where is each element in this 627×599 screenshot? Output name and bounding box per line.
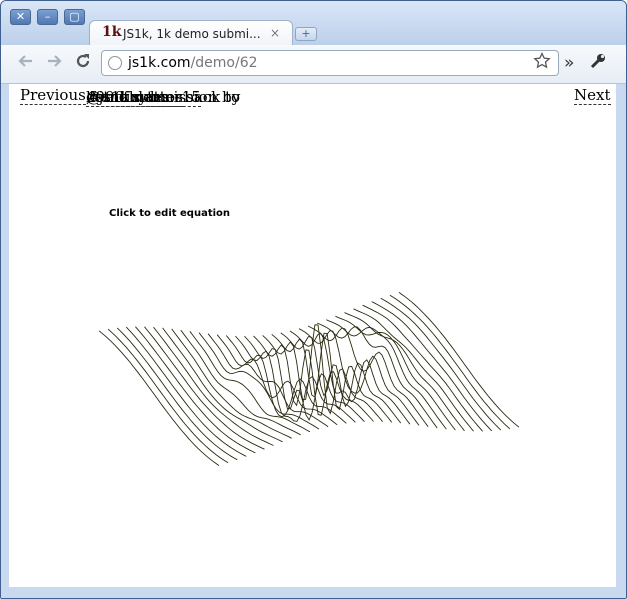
- surface-line: [398, 292, 520, 428]
- surface-line: [153, 326, 274, 446]
- wrench-icon[interactable]: [589, 52, 607, 75]
- tab-close-icon[interactable]: ×: [270, 26, 280, 40]
- browser-tab[interactable]: 1k JS1k, 1k demo submi... ×: [89, 20, 293, 46]
- surface-line: [135, 326, 256, 454]
- url-path: /demo/62: [190, 55, 258, 71]
- demo-list-link[interactable]: list of demos: [86, 88, 183, 107]
- tab-title: JS1k, 1k demo submi...: [123, 27, 261, 41]
- surface-line: [389, 294, 511, 430]
- next-link[interactable]: Next: [574, 86, 611, 105]
- page-content: Previous #js1k demo submission by @antim…: [9, 84, 616, 587]
- demo-nav-bar: Previous #js1k demo submission by @antim…: [9, 84, 616, 110]
- star-icon[interactable]: [533, 51, 551, 75]
- browser-toolbar: js1k.com/demo/62 »: [1, 45, 626, 84]
- surface-line: [98, 330, 220, 466]
- url-text: js1k.com/demo/62: [128, 55, 258, 71]
- title-bar: ✕ – ▢ 1k JS1k, 1k demo submi... × +: [1, 1, 626, 46]
- chevron-right-double-icon[interactable]: »: [564, 53, 574, 73]
- surface-line: [207, 333, 329, 428]
- globe-icon: [108, 56, 122, 70]
- edit-equation-hint[interactable]: Click to edit equation: [109, 208, 230, 219]
- wave-surface-canvas[interactable]: [9, 244, 616, 474]
- reload-icon[interactable]: [74, 52, 92, 75]
- maximize-window-button[interactable]: ▢: [64, 9, 85, 25]
- close-window-button[interactable]: ✕: [10, 9, 31, 25]
- browser-window: ✕ – ▢ 1k JS1k, 1k demo submi... × + js1k…: [0, 0, 627, 599]
- surface-line: [189, 331, 311, 433]
- url-host: js1k.com: [128, 55, 191, 71]
- surface-line: [307, 325, 429, 427]
- surface-line: [107, 328, 229, 464]
- window-bottom-border: [1, 587, 626, 598]
- previous-link[interactable]: Previous: [20, 86, 86, 105]
- new-tab-button[interactable]: +: [295, 27, 317, 41]
- surface-line: [289, 330, 411, 425]
- address-bar[interactable]: js1k.com/demo/62: [101, 50, 559, 76]
- forward-arrow-icon[interactable]: [45, 52, 63, 75]
- tab-favicon: 1k: [102, 24, 122, 40]
- back-arrow-icon[interactable]: [17, 52, 35, 75]
- minimize-window-button[interactable]: –: [37, 9, 58, 25]
